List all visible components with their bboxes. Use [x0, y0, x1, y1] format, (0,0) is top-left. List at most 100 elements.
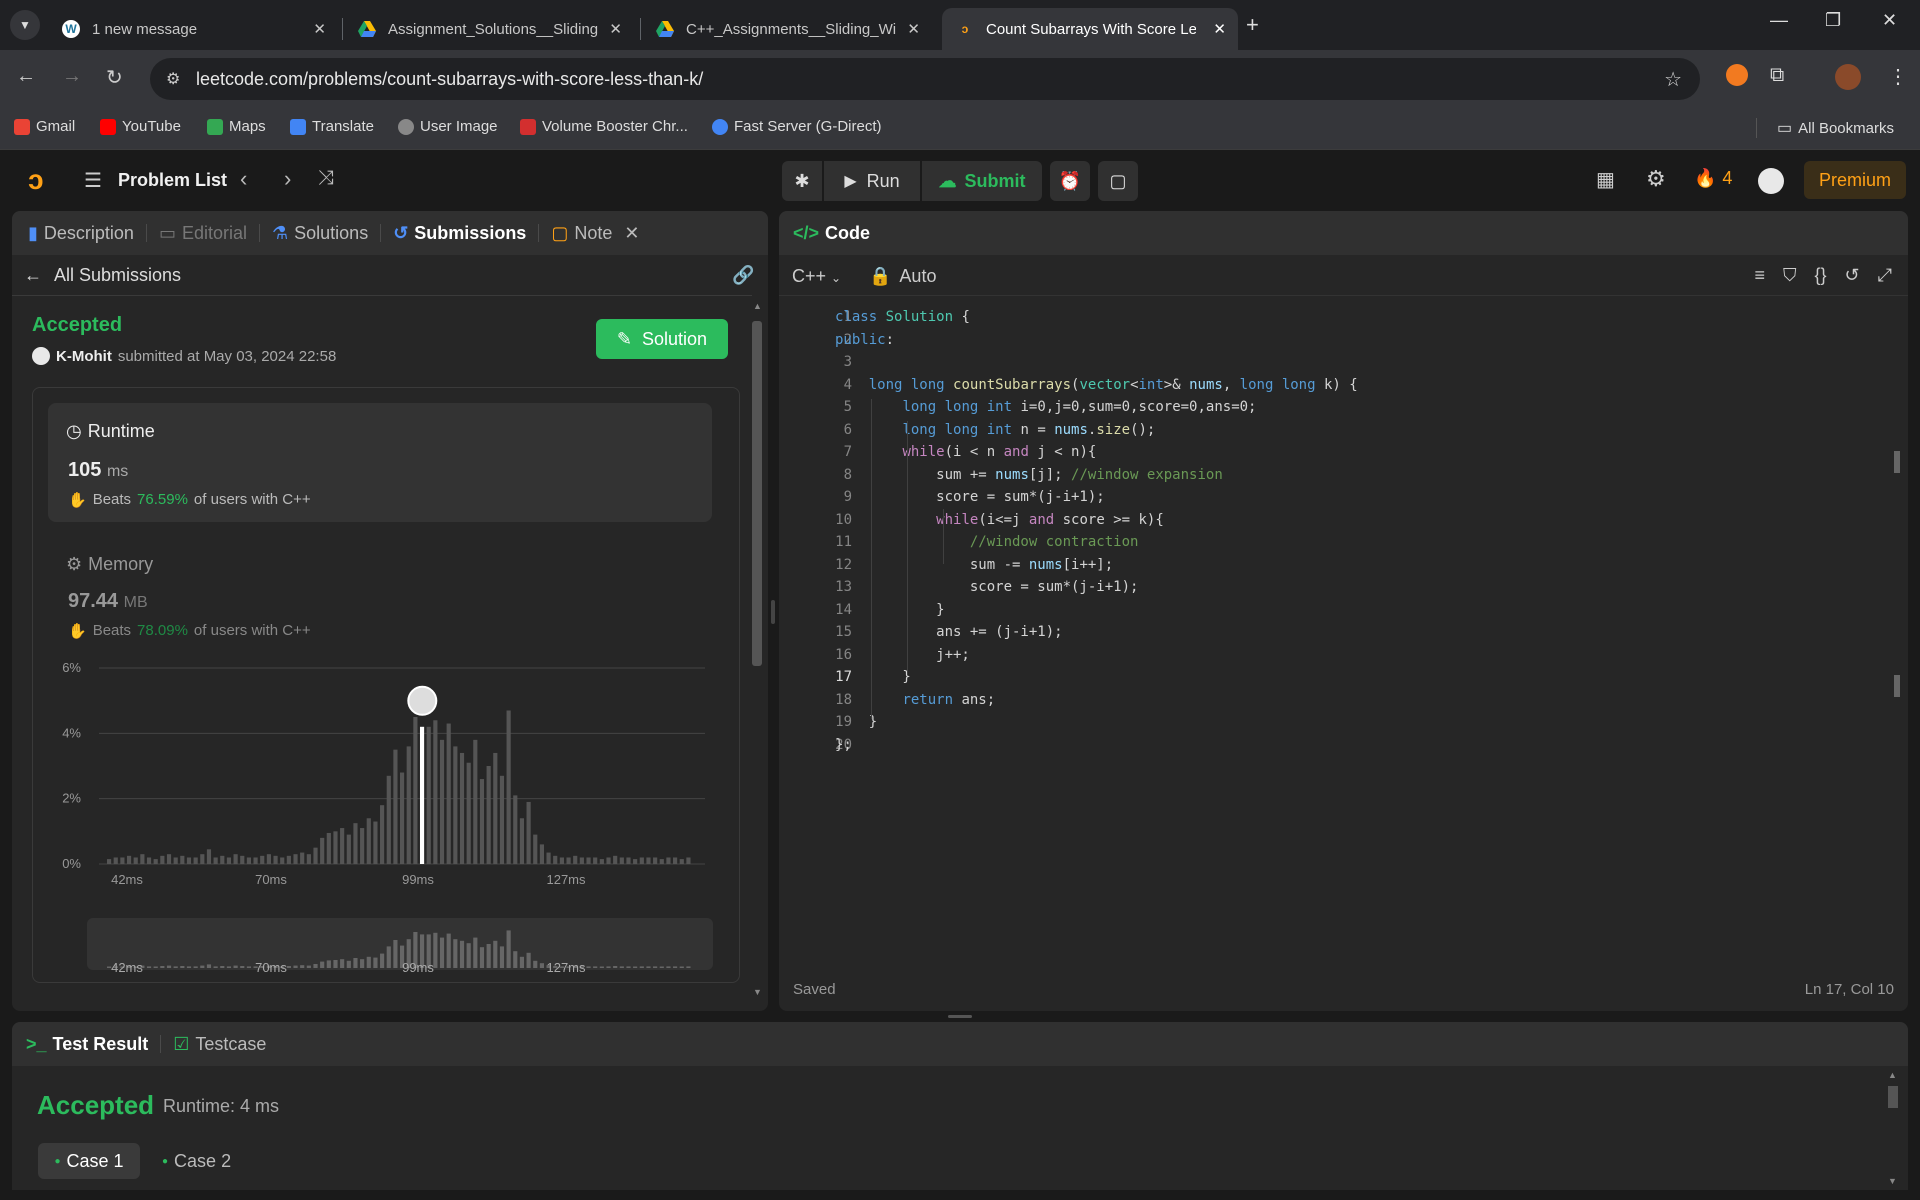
bookmark-fast-server[interactable]: Fast Server (G-Direct): [712, 118, 882, 135]
histogram-bar[interactable]: [499, 775, 505, 864]
histogram-bar[interactable]: [639, 857, 644, 864]
histogram-bar[interactable]: [393, 749, 398, 864]
runtime-card[interactable]: ◷ Runtime 105 ms ✋ Beats 76.59% of users wit…: [48, 403, 712, 522]
prev-problem-icon[interactable]: ‹: [240, 166, 247, 192]
memory-card[interactable]: ⚙ Memory 97.44 MB ✋ Beats 78.09% of users wi…: [48, 538, 712, 640]
bookmark-youtube[interactable]: YouTube: [100, 118, 181, 135]
histogram-bar[interactable]: [146, 857, 152, 864]
extensions-puzzle-icon[interactable]: ⧉: [1770, 64, 1784, 87]
histogram-bar[interactable]: [206, 849, 212, 864]
histogram-bar[interactable]: [426, 726, 431, 864]
url-input[interactable]: ⚙ leetcode.com/problems/count-subarrays-…: [150, 58, 1700, 100]
tab-search-button[interactable]: ▼: [10, 10, 40, 40]
case-2-button[interactable]: ● Case 2: [162, 1143, 252, 1179]
vertical-resize-handle[interactable]: [771, 600, 775, 624]
close-icon[interactable]: ✕: [1213, 20, 1226, 38]
histogram-bar[interactable]: [186, 857, 192, 864]
tab-submissions[interactable]: ↺ Submissions: [381, 223, 538, 244]
bookmark-volume-booster[interactable]: Volume Booster Chr...: [520, 118, 688, 135]
histogram-bar[interactable]: [113, 857, 118, 864]
tab-test-result[interactable]: >_ Test Result: [12, 1034, 160, 1055]
histogram-bar[interactable]: [260, 855, 265, 864]
close-icon[interactable]: ✕: [313, 20, 326, 38]
histogram-bar[interactable]: [579, 857, 584, 864]
minimize-icon[interactable]: —: [1770, 10, 1788, 31]
histogram-bar[interactable]: [226, 857, 232, 864]
histogram-bar[interactable]: [479, 779, 485, 864]
submit-button[interactable]: ☁ Submit: [922, 161, 1042, 201]
histogram-bar[interactable]: [633, 859, 638, 864]
streak-counter[interactable]: 🔥 4: [1694, 168, 1732, 189]
histogram-bar[interactable]: [340, 828, 345, 864]
histogram-bar[interactable]: [533, 834, 538, 864]
histogram-bar[interactable]: [599, 859, 604, 864]
histogram-bar[interactable]: [133, 857, 138, 864]
run-button[interactable]: ▶ Run: [824, 161, 920, 201]
leetcode-logo-icon[interactable]: ↄ: [28, 164, 44, 196]
close-note-icon[interactable]: ✕: [624, 223, 639, 244]
browser-tab-3[interactable]: C++_Assignments__Sliding_Wi ✕: [642, 8, 932, 50]
timer-button[interactable]: ⏰: [1050, 161, 1090, 201]
histogram-bar[interactable]: [253, 857, 258, 864]
extension-fire-icon[interactable]: [1726, 64, 1748, 86]
histogram-bar[interactable]: [433, 720, 438, 864]
browser-menu-icon[interactable]: ⋮: [1888, 64, 1908, 89]
fullscreen-icon[interactable]: ⤢: [1878, 265, 1892, 286]
case-1-button[interactable]: ● Case 1: [38, 1143, 140, 1179]
histogram-bar[interactable]: [459, 752, 465, 864]
bookmark-maps[interactable]: Maps: [207, 118, 266, 135]
close-icon[interactable]: ✕: [609, 20, 622, 38]
layout-icon[interactable]: ▦: [1596, 167, 1615, 192]
histogram-bar[interactable]: [439, 739, 445, 864]
histogram-bar[interactable]: [333, 831, 338, 864]
language-select[interactable]: C++ ⌄: [792, 266, 841, 287]
histogram-bar[interactable]: [679, 859, 684, 864]
close-icon[interactable]: ✕: [907, 20, 920, 38]
editor-scrollbar[interactable]: [1891, 301, 1905, 951]
histogram-bar[interactable]: [606, 857, 611, 864]
histogram-bar[interactable]: [233, 854, 238, 864]
format-icon[interactable]: ≡: [1754, 265, 1765, 286]
histogram-bar[interactable]: [360, 828, 365, 864]
histogram-bar[interactable]: [246, 857, 251, 864]
histogram-bar[interactable]: [240, 855, 245, 864]
tab-solutions[interactable]: ⚗ Solutions: [260, 223, 380, 244]
histogram-bar[interactable]: [300, 852, 305, 864]
code-tab[interactable]: </> Code: [779, 223, 882, 244]
bookmark-translate[interactable]: Translate: [290, 118, 374, 135]
forward-icon[interactable]: →: [62, 65, 82, 88]
tab-editorial[interactable]: ▭ Editorial: [147, 223, 259, 244]
histogram-bar[interactable]: [546, 852, 551, 864]
histogram-bar[interactable]: [313, 847, 318, 864]
histogram-bar[interactable]: [373, 821, 378, 864]
histogram-bar[interactable]: [193, 857, 198, 864]
reload-icon[interactable]: ↻: [106, 65, 123, 90]
histogram-bar[interactable]: [153, 859, 158, 864]
histogram-bar[interactable]: [126, 855, 132, 864]
settings-icon[interactable]: ⚙: [1646, 166, 1666, 192]
histogram-bar[interactable]: [553, 855, 558, 864]
bookmark-icon[interactable]: ⛉: [1783, 265, 1797, 286]
histogram-bar[interactable]: [673, 857, 678, 864]
share-link-icon[interactable]: 🔗: [732, 265, 754, 286]
histogram-bar[interactable]: [486, 766, 491, 864]
histogram-bar[interactable]: [213, 857, 218, 864]
next-problem-icon[interactable]: ›: [284, 166, 291, 192]
auto-mode[interactable]: 🔒 Auto: [869, 266, 936, 287]
all-submissions-link[interactable]: ← All Submissions: [24, 265, 181, 286]
histogram-bar[interactable]: [666, 857, 671, 864]
histogram-bar[interactable]: [593, 857, 598, 864]
username[interactable]: K-Mohit: [56, 348, 112, 365]
histogram-bar[interactable]: [380, 805, 385, 864]
window-close-icon[interactable]: ✕: [1882, 10, 1897, 31]
left-scrollbar[interactable]: ▲ ▼: [750, 301, 764, 1011]
premium-button[interactable]: Premium: [1804, 161, 1906, 199]
histogram-bar[interactable]: [140, 854, 145, 864]
histogram-bar[interactable]: [220, 855, 225, 864]
histogram-bar[interactable]: [473, 739, 478, 864]
histogram-bar[interactable]: [493, 752, 498, 864]
problem-list-link[interactable]: Problem List: [118, 170, 227, 191]
histogram-bar[interactable]: [266, 854, 271, 864]
histogram-bar[interactable]: [200, 854, 205, 864]
histogram-bar[interactable]: [513, 795, 518, 864]
